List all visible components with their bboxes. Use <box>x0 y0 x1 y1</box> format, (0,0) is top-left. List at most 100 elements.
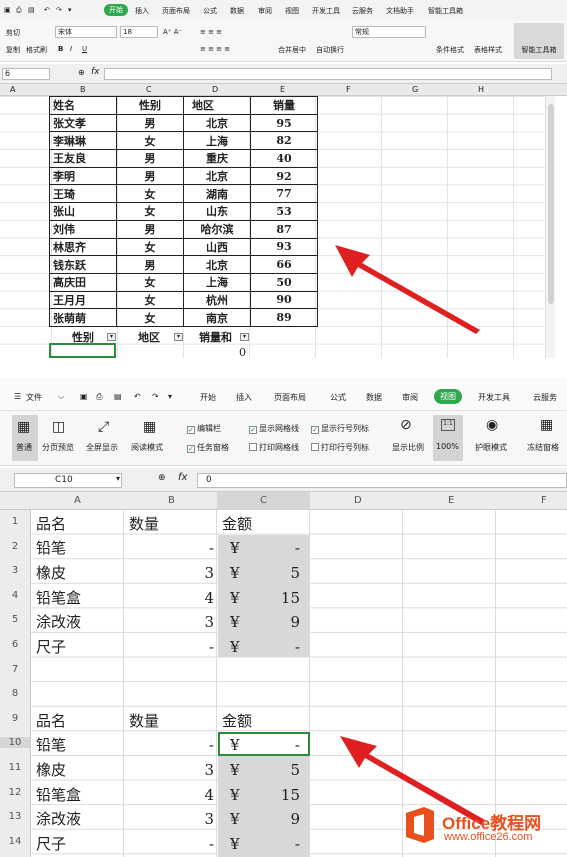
col-header[interactable]: E <box>448 495 454 506</box>
cell[interactable]: 上海 <box>183 131 251 151</box>
amount[interactable]: - <box>250 832 300 857</box>
menu-icon[interactable]: ☰ <box>14 392 21 401</box>
col-header[interactable]: F <box>346 85 351 94</box>
top-tab-dev[interactable]: 开发工具 <box>312 6 340 16</box>
item-name[interactable]: 橡皮 <box>36 561 66 586</box>
qty[interactable]: 4 <box>124 783 214 808</box>
cell[interactable]: 95 <box>250 113 318 133</box>
header-cell[interactable]: 数量 <box>129 709 159 734</box>
amount[interactable]: 5 <box>250 758 300 783</box>
cell[interactable]: 66 <box>250 255 318 274</box>
cell[interactable]: 李琳琳 <box>49 131 117 151</box>
item-name[interactable]: 铅笔盒 <box>36 783 81 808</box>
col-header[interactable]: D <box>212 85 218 94</box>
row-number[interactable]: 9 <box>0 713 30 724</box>
chevron-down-icon[interactable]: ▾ <box>116 474 120 483</box>
conditional-format-button[interactable]: 条件格式 <box>436 45 464 55</box>
cell[interactable]: 82 <box>250 131 318 151</box>
amount[interactable]: 15 <box>250 783 300 808</box>
item-name[interactable]: 铅笔 <box>36 733 66 758</box>
item-name[interactable]: 铅笔 <box>36 536 66 561</box>
bottom-tab-review[interactable]: 审阅 <box>402 392 418 403</box>
col-header[interactable]: G <box>412 85 418 94</box>
top-tab-cloud[interactable]: 云服务 <box>352 6 373 16</box>
save-icon[interactable]: ▣ <box>4 6 11 14</box>
top-tab-layout[interactable]: 页面布局 <box>162 6 190 16</box>
cell[interactable]: 女 <box>116 237 184 257</box>
filter-dropdown-icon[interactable]: ▾ <box>174 333 183 341</box>
redo-icon[interactable]: ↷ <box>152 392 159 401</box>
bottom-tab-formula[interactable]: 公式 <box>330 392 346 403</box>
cell[interactable]: 张文孝 <box>49 113 117 133</box>
qty[interactable]: 3 <box>124 807 214 832</box>
cell[interactable]: 李明 <box>49 166 117 186</box>
align-icons-2[interactable]: ≡ ≡ ≡ ≡ <box>200 45 230 53</box>
copy-button[interactable]: 复制 <box>6 45 20 55</box>
col-header[interactable]: E <box>280 85 285 94</box>
show-rowcol-checkbox[interactable]: ✓ 显示行号列标 <box>311 423 369 434</box>
cell[interactable]: 女 <box>116 184 184 204</box>
top-formula-input[interactable] <box>104 68 552 80</box>
cell[interactable]: 50 <box>250 272 318 292</box>
row-number[interactable]: 1 <box>0 516 30 527</box>
bold-button[interactable]: B <box>58 45 63 53</box>
cell[interactable]: 王月月 <box>49 290 117 310</box>
selected-cell[interactable] <box>49 343 116 358</box>
qty[interactable]: 3 <box>124 561 214 586</box>
wrap-button[interactable]: 自动换行 <box>316 45 344 55</box>
col-header[interactable]: C <box>217 492 310 510</box>
row-number[interactable]: 10 <box>0 737 30 748</box>
top-tab-formula[interactable]: 公式 <box>203 6 217 16</box>
amount[interactable]: - <box>250 536 300 561</box>
cell[interactable]: 女 <box>116 290 184 310</box>
row-number[interactable]: 7 <box>0 664 30 675</box>
qty[interactable]: - <box>124 536 214 561</box>
header-cell[interactable]: 姓名 <box>49 96 117 115</box>
show-grid-checkbox[interactable]: ✓ 显示网格线 <box>249 423 299 434</box>
cell[interactable]: 北京 <box>183 166 251 186</box>
item-name[interactable]: 铅笔盒 <box>36 586 81 611</box>
font-grow-icon[interactable]: A⁺ A⁻ <box>163 28 182 36</box>
top-tab-insert[interactable]: 插入 <box>135 6 149 16</box>
zoom-button[interactable]: 显示比例 <box>392 442 424 453</box>
cell[interactable]: 90 <box>250 290 318 310</box>
col-header[interactable]: H <box>478 85 484 94</box>
top-vertical-scrollbar[interactable] <box>545 96 555 358</box>
cell[interactable]: 北京 <box>183 113 251 133</box>
cell[interactable]: 男 <box>116 166 184 186</box>
cell[interactable]: 93 <box>250 237 318 257</box>
header-cell[interactable]: 品名 <box>36 709 66 734</box>
col-header[interactable]: A <box>74 495 81 506</box>
bottom-tab-home[interactable]: 开始 <box>200 392 216 403</box>
row-number[interactable]: 2 <box>0 541 30 552</box>
cell[interactable]: 张萌萌 <box>49 308 117 327</box>
bottom-tab-layout[interactable]: 页面布局 <box>274 392 306 403</box>
cell[interactable]: 男 <box>116 149 184 168</box>
cell[interactable]: 男 <box>116 255 184 274</box>
font-select[interactable]: 宋体 <box>55 26 117 38</box>
qty[interactable]: - <box>124 832 214 857</box>
bottom-tab-view[interactable]: 视图 <box>434 389 462 404</box>
row-number[interactable]: 5 <box>0 614 30 625</box>
cell[interactable]: 女 <box>116 131 184 151</box>
print-grid-checkbox[interactable]: 打印网格线 <box>249 442 299 453</box>
row-number[interactable]: 6 <box>0 639 30 650</box>
bottom-name-box[interactable]: C10 <box>14 473 122 488</box>
row-number[interactable]: 13 <box>0 811 30 822</box>
full-screen-button[interactable]: 全屏显示 <box>86 442 118 453</box>
smart-toolbox-button[interactable]: 智能工具箱 <box>514 23 564 59</box>
header-cell[interactable]: 金额 <box>222 709 252 734</box>
top-tab-smart[interactable]: 智能工具箱 <box>428 6 463 16</box>
cell[interactable]: 刘伟 <box>49 219 117 239</box>
cell[interactable]: 女 <box>116 308 184 327</box>
col-header[interactable]: F <box>541 495 547 506</box>
cell[interactable]: 山西 <box>183 237 251 257</box>
header-cell[interactable]: 地区 <box>183 96 251 115</box>
cell[interactable]: 男 <box>116 113 184 133</box>
scroll-thumb[interactable] <box>548 104 554 304</box>
print-icon[interactable]: ⎙ <box>16 6 22 15</box>
more-icon[interactable]: ▾ <box>68 6 72 14</box>
amount[interactable]: 9 <box>250 807 300 832</box>
bottom-tab-dev[interactable]: 开发工具 <box>478 392 510 403</box>
row-number[interactable]: 3 <box>0 565 30 576</box>
